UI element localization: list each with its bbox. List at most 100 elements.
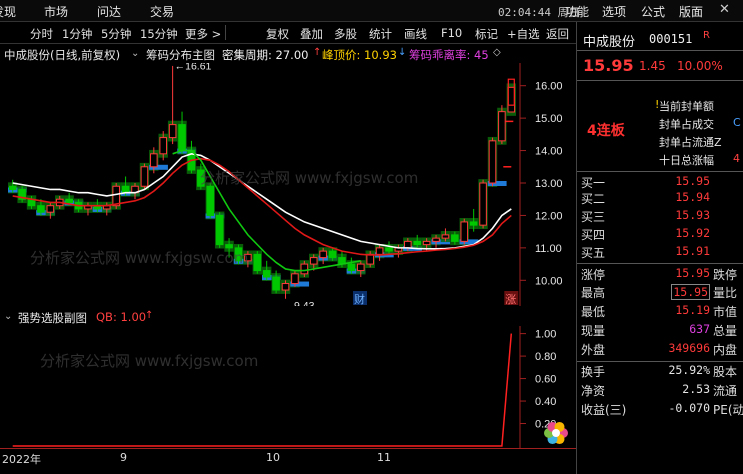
candle-body bbox=[451, 234, 459, 242]
bid-label: 买三 bbox=[581, 210, 606, 224]
bid-price: 15.95 bbox=[675, 174, 710, 188]
qb-line bbox=[12, 333, 513, 447]
y-tick-label: 14.00 bbox=[535, 146, 563, 158]
stat-value: 349696 bbox=[668, 341, 710, 355]
info-line: 十日总涨幅 bbox=[659, 154, 714, 167]
menu-trade[interactable]: 交易 bbox=[150, 3, 174, 20]
zhang-badge: 涨 bbox=[505, 293, 516, 306]
sub-chart-header: ⌄ 强势选股副图 QB: 1.00 ↑ bbox=[0, 308, 576, 326]
candle-body bbox=[206, 185, 215, 216]
period-more[interactable]: 更多 > bbox=[185, 26, 221, 42]
menu-bar: 发现 市场 问达 交易 02:04:44 周日 功能 选项 公式 版面 ✕ bbox=[0, 0, 743, 22]
divider bbox=[577, 263, 743, 264]
menu-options[interactable]: 选项 bbox=[602, 3, 626, 20]
y-tick-label: 12.00 bbox=[535, 210, 563, 222]
stat-row: 现量 637 总量 bbox=[577, 322, 743, 338]
stat-value: -0.070 bbox=[668, 401, 710, 415]
chevron-down-icon[interactable]: ⌄ bbox=[131, 48, 139, 59]
candle-body bbox=[375, 247, 384, 255]
overlay-button[interactable]: 叠加 bbox=[300, 26, 323, 42]
candle-body bbox=[488, 140, 497, 184]
period-5min[interactable]: 5分钟 bbox=[101, 26, 131, 42]
candle-body bbox=[140, 166, 149, 187]
menu-function[interactable]: 功能 bbox=[565, 3, 589, 20]
f10-button[interactable]: F10 bbox=[441, 26, 462, 40]
current-price: 15.95 bbox=[583, 56, 634, 75]
menu-market[interactable]: 市场 bbox=[44, 3, 68, 20]
bid-row[interactable]: 买一 15.95 bbox=[577, 174, 743, 190]
sub-chart-title[interactable]: 强势选股副图 bbox=[18, 310, 87, 326]
stats-button[interactable]: 统计 bbox=[369, 26, 392, 42]
sub-chart[interactable]: 1.000.800.600.400.20分析家公式网 www.fxjgsw.co… bbox=[0, 326, 693, 455]
candle-body bbox=[356, 263, 365, 272]
logo-center bbox=[552, 429, 560, 437]
add-watchlist-button[interactable]: +自选 bbox=[507, 26, 540, 42]
candle-body bbox=[262, 270, 271, 278]
menu-wenda[interactable]: 问达 bbox=[97, 3, 121, 20]
main-chart[interactable]: 16.00 15.00 14.00 13.00 12.00 11.00 10.00 ←16.… bbox=[0, 63, 576, 306]
period-fenshi[interactable]: 分时 bbox=[30, 26, 53, 42]
stat-value: 637 bbox=[689, 322, 710, 336]
stat-row: 净资 2.53 流通 bbox=[577, 382, 743, 398]
chart-toolbar: 分时 1分钟 5分钟 15分钟 更多 > 复权 叠加 多股 统计 画线 F10 … bbox=[0, 22, 576, 44]
y-tick-label: 0.60 bbox=[535, 374, 556, 386]
toolbar-divider bbox=[225, 25, 226, 40]
x-tick: 10 bbox=[266, 451, 280, 464]
chevron-down-icon[interactable]: ⌄ bbox=[4, 311, 12, 322]
period-1min[interactable]: 1分钟 bbox=[62, 26, 92, 42]
stat-tail: 总量 bbox=[713, 324, 738, 338]
stat-label: 换手 bbox=[581, 365, 606, 379]
candle-body bbox=[469, 221, 478, 226]
menu-layout[interactable]: 版面 bbox=[679, 3, 703, 20]
bid-row[interactable]: 买四 15.92 bbox=[577, 226, 743, 242]
stat-value: 25.92% bbox=[668, 363, 710, 377]
stat-row: 最高 15.95 量比 bbox=[577, 284, 743, 300]
mark-button[interactable]: 标记 bbox=[475, 26, 498, 42]
period-15min[interactable]: 15分钟 bbox=[140, 26, 178, 42]
stat-row: 换手 25.92% 股本 bbox=[577, 363, 743, 379]
bid-label: 买五 bbox=[581, 246, 606, 260]
y-tick-label: 13.00 bbox=[535, 178, 563, 190]
stat-tail: PE(动 bbox=[713, 403, 743, 417]
stat-label: 涨停 bbox=[581, 268, 606, 282]
stat-value: 15.19 bbox=[675, 303, 710, 317]
watermark: 分析家公式网 www.fxjgsw.com bbox=[30, 249, 248, 267]
back-button[interactable]: 返回 bbox=[546, 26, 569, 42]
menu-discover[interactable]: 发现 bbox=[0, 3, 16, 20]
divider bbox=[577, 80, 743, 81]
bid-label: 买一 bbox=[581, 176, 606, 190]
x-tick: 2022年 bbox=[2, 453, 41, 466]
info-line: 封单占成交 bbox=[659, 118, 714, 131]
stat-label: 最低 bbox=[581, 305, 606, 319]
stat-label: 现量 bbox=[581, 324, 606, 338]
stat-tail: 股本 bbox=[713, 365, 738, 379]
close-icon[interactable]: ✕ bbox=[719, 2, 730, 17]
bid-row[interactable]: 买三 15.93 bbox=[577, 208, 743, 224]
stat-value: 15.95 bbox=[675, 266, 710, 280]
candle-body bbox=[319, 250, 327, 259]
y-tick-label: 0.80 bbox=[535, 351, 556, 363]
bid-price: 15.93 bbox=[675, 208, 710, 222]
settings-icon[interactable]: ◇ bbox=[493, 47, 501, 58]
stat-label: 最高 bbox=[581, 286, 606, 300]
draw-line-button[interactable]: 画线 bbox=[404, 26, 427, 42]
menu-formula[interactable]: 公式 bbox=[641, 3, 665, 20]
indicator-name[interactable]: 筹码分布主图 bbox=[146, 47, 215, 63]
bid-row[interactable]: 买二 15.94 bbox=[577, 190, 743, 206]
multi-stock-button[interactable]: 多股 bbox=[334, 26, 357, 42]
candle-body bbox=[309, 257, 318, 265]
low-price-label: ←9.43 bbox=[284, 300, 315, 306]
qb-value: QB: 1.00 bbox=[96, 310, 147, 324]
arrow-up-icon: ↑ bbox=[313, 47, 322, 58]
candle-body bbox=[65, 198, 73, 203]
candle-body bbox=[385, 247, 393, 252]
candle-body bbox=[328, 250, 337, 259]
candle-body bbox=[112, 185, 120, 207]
stat-row: 外盘 349696 内盘 bbox=[577, 341, 743, 357]
bid-row[interactable]: 买五 15.91 bbox=[577, 244, 743, 260]
stat-label: 外盘 bbox=[581, 343, 606, 357]
y-tick-label: 10.00 bbox=[535, 275, 563, 287]
fuquan-button[interactable]: 复权 bbox=[266, 26, 289, 42]
stat-tail: 跌停 bbox=[713, 268, 738, 282]
divider bbox=[577, 50, 743, 51]
